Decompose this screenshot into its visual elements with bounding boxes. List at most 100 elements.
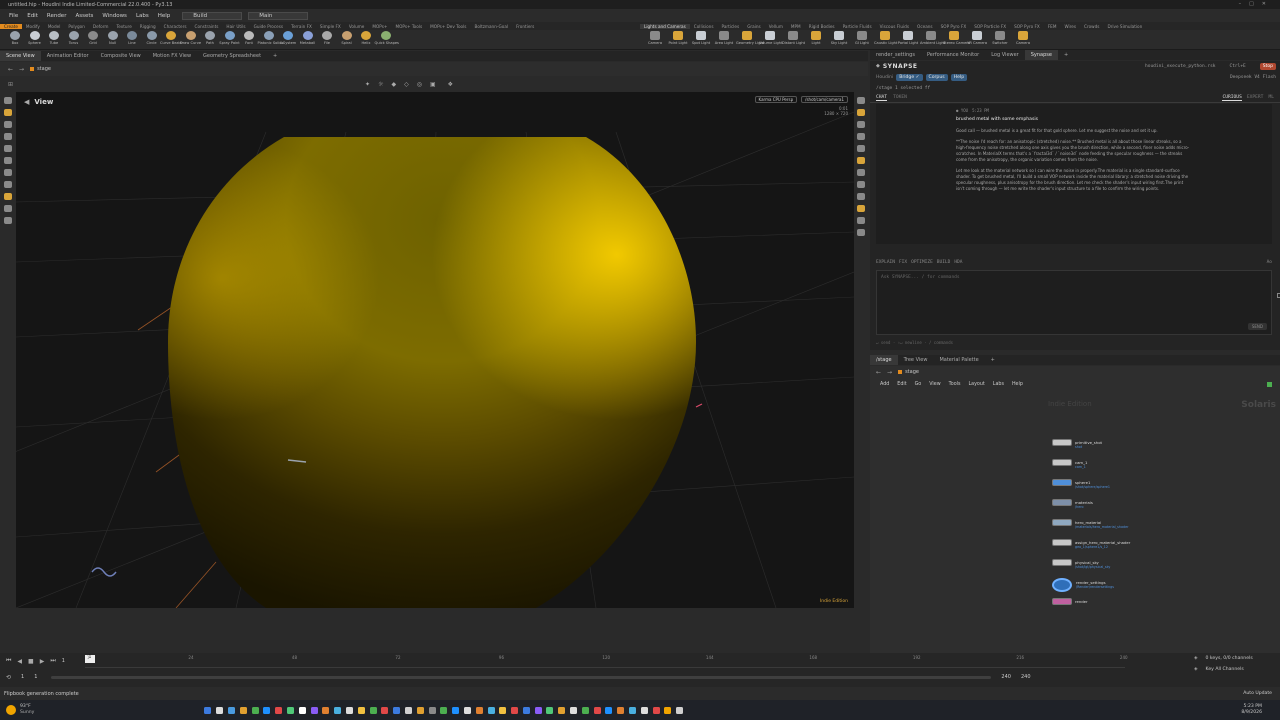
shelf-tab-right-14[interactable]: Wires <box>1060 24 1080 29</box>
shelf-tab-right-12[interactable]: SOP Pyro FX <box>1010 24 1044 29</box>
taskbar-app-icon[interactable] <box>275 706 283 714</box>
rotate-tool-icon[interactable] <box>4 121 12 128</box>
net-menu-labs[interactable]: Labs <box>993 382 1004 387</box>
weather-widget[interactable]: 93°F Sunny <box>20 704 34 716</box>
taskbar-app-icon[interactable] <box>404 706 412 714</box>
taskbar-app-icon[interactable] <box>298 706 306 714</box>
shelf-tab-8[interactable]: Constraints <box>191 24 223 29</box>
menu-help[interactable]: Help <box>158 13 171 19</box>
brush-tool-icon[interactable] <box>4 205 12 212</box>
paint-tool-icon[interactable] <box>4 193 12 200</box>
taskbar-app-icon[interactable] <box>546 706 554 714</box>
optimize-action[interactable]: OPTIMIZE <box>911 260 933 265</box>
tab-token[interactable]: TOKEN <box>893 95 907 100</box>
shelf-tab-right-2[interactable]: Particles <box>718 24 744 29</box>
taskbar-app-icon[interactable] <box>345 706 353 714</box>
range-start-field[interactable]: 1 <box>21 674 24 680</box>
add-tab-icon[interactable]: + <box>1058 50 1074 60</box>
shelf-tab-4[interactable]: Deform <box>89 24 113 29</box>
grid-icon[interactable]: ⊞ <box>8 81 13 88</box>
key-icon[interactable]: ◈ <box>1194 656 1198 661</box>
taskbar-app-icon[interactable] <box>640 706 648 714</box>
shelf-tab-right-0[interactable]: Lights and Cameras <box>640 23 690 29</box>
desktop-build-selector[interactable]: Build <box>182 11 243 20</box>
shelf-tab-12[interactable]: Simple FX <box>316 24 345 29</box>
shelf-light-tool-4[interactable]: Geometry Light <box>736 31 764 45</box>
network-node[interactable]: hero_material/materials/hero_material_sh… <box>1052 519 1128 529</box>
mode-ml[interactable]: ML <box>1268 95 1274 100</box>
render-region-icon[interactable] <box>857 229 865 236</box>
shelf-light-tool-3[interactable]: Area Light <box>713 31 735 45</box>
shelf-light-tool-0[interactable]: Camera <box>644 31 666 45</box>
scene-viewport[interactable]: ◀ View Karma CPU Persp /shot/cam/camera1… <box>16 92 854 608</box>
shelf-tab-3[interactable]: Polygon <box>64 24 88 29</box>
tab-stage[interactable]: /stage <box>870 355 898 365</box>
bridge-button[interactable]: Bridge ✓ <box>896 73 923 81</box>
shelf-tab-14[interactable]: MOPs+ <box>368 24 391 29</box>
hda-action[interactable]: HDA <box>954 260 962 265</box>
shelf-light-tool-11[interactable]: Portal Light <box>897 31 919 45</box>
shelf-light-tool-6[interactable]: Distant Light <box>782 31 805 45</box>
taskbar-app-icon[interactable] <box>416 706 424 714</box>
taskbar-app-icon[interactable] <box>428 706 436 714</box>
back-arrow-icon[interactable]: ← <box>876 369 881 376</box>
shelf-light-tool-12[interactable]: Ambient Light <box>920 31 945 45</box>
mode-expert[interactable]: EXPERT <box>1247 95 1264 100</box>
renderer-menu[interactable]: Karma CPU Persp <box>754 96 798 103</box>
shelf-light-tool-16[interactable]: Camera <box>1012 31 1034 45</box>
shelf-light-tool-7[interactable]: Light <box>805 31 827 45</box>
network-node[interactable]: render_settings/Render/rendersettings <box>1052 578 1114 592</box>
shelf-tab-17[interactable]: Boltzmann-Goal <box>470 24 512 29</box>
taskbar-app-icon[interactable] <box>652 706 660 714</box>
tab-composite-view[interactable]: Composite View <box>95 51 147 61</box>
tab-render-settings[interactable]: render_settings <box>870 50 921 60</box>
shelf-tab-right-3[interactable]: Grains <box>743 24 765 29</box>
model-label[interactable]: Deepseek V4 Flash <box>1230 75 1276 80</box>
first-frame-icon[interactable]: ⏮ <box>6 657 11 665</box>
lights-icon[interactable] <box>857 157 865 164</box>
taskbar-app-icon[interactable] <box>204 706 212 714</box>
chat-history[interactable]: ● YOU 5:23 PM brushed metal with some em… <box>876 104 1272 244</box>
points-icon[interactable] <box>857 133 865 140</box>
net-menu-view[interactable]: View <box>929 382 940 387</box>
taskbar-app-icon[interactable] <box>357 706 365 714</box>
auto-update-button[interactable]: Auto Update <box>1243 691 1272 696</box>
taskbar-app-icon[interactable] <box>593 706 601 714</box>
mode-curious[interactable]: CURIOUS <box>1222 95 1242 101</box>
select-tool-icon[interactable] <box>4 97 12 104</box>
shelf-tab-5[interactable]: Texture <box>112 24 135 29</box>
network-node[interactable]: sphere1/shot/sphere/sphere1 <box>1052 479 1110 489</box>
taskbar-app-icon[interactable] <box>286 706 294 714</box>
shelf-tab-15[interactable]: MOPs+ Tools <box>391 24 426 29</box>
shelf-light-tool-5[interactable]: Volume Light <box>759 31 782 45</box>
view-tool-icon[interactable] <box>4 169 12 176</box>
handle-icon[interactable]: ◎ <box>417 81 422 88</box>
realtime-icon[interactable]: ⟲ <box>6 674 11 681</box>
desktop-main-selector[interactable]: Main <box>248 11 309 20</box>
corpus-button[interactable]: Corpus <box>925 73 948 81</box>
fix-action[interactable]: FIX <box>899 260 907 265</box>
chat-input-box[interactable]: Ask SYNAPSE... / for commands SEND <box>876 270 1280 335</box>
magnet-tool-icon[interactable] <box>4 181 12 188</box>
net-menu-add[interactable]: Add <box>880 382 889 387</box>
range-end-field-2[interactable]: 240 <box>1021 674 1031 680</box>
shelf-light-tool-13[interactable]: Stereo Camera <box>943 31 970 45</box>
taskbar-app-icon[interactable] <box>629 706 637 714</box>
font-size-toggle[interactable]: Ao <box>1267 260 1272 265</box>
shelf-tab-right-9[interactable]: Oceans <box>913 24 937 29</box>
taskbar-app-icon[interactable] <box>676 706 684 714</box>
display-options-icon[interactable]: ❖ <box>448 81 453 88</box>
shelf-tab-right-15[interactable]: Crowds <box>1080 24 1103 29</box>
bg-icon[interactable] <box>857 181 865 188</box>
shelf-tab-16[interactable]: MOPs+ Dev Tools <box>426 24 470 29</box>
taskbar-app-icon[interactable] <box>381 706 389 714</box>
shelf-tab-right-4[interactable]: Vellum <box>765 24 787 29</box>
network-node[interactable]: assign_hero_material_shader geo_1/sphere1… <box>1052 539 1130 549</box>
window-controls[interactable]: –□✕ <box>1239 1 1274 7</box>
shelf-tab-7[interactable]: Characters <box>160 24 191 29</box>
last-frame-icon[interactable]: ⏭ <box>50 657 55 665</box>
menu-assets[interactable]: Assets <box>75 13 93 19</box>
shelf-light-tool-1[interactable]: Point Light <box>667 31 689 45</box>
play-icon[interactable]: ▶ <box>40 658 45 665</box>
shelf-light-tool-15[interactable]: Switcher <box>989 31 1011 45</box>
